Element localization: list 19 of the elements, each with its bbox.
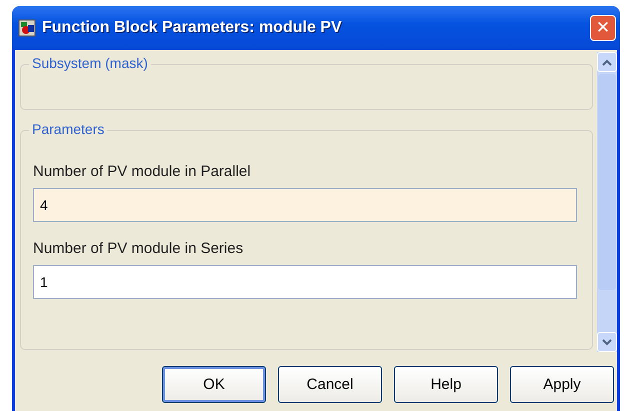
ok-button[interactable]: OK [162, 366, 266, 403]
input-field[interactable]: 1 [33, 265, 577, 299]
scroll-thumb[interactable] [598, 74, 616, 290]
group-title: Subsystem (mask) [29, 55, 151, 71]
apply-button[interactable]: Apply [510, 366, 614, 403]
window-title: Function Block Parameters: module PV [42, 19, 343, 37]
field-label: Number of PV module in Parallel [33, 163, 252, 180]
close-button[interactable]: ✕ [590, 15, 616, 41]
scroll-up-button[interactable] [597, 52, 617, 72]
chevron-down-icon [602, 338, 612, 346]
scroll-down-button[interactable] [597, 332, 617, 352]
input-field[interactable]: 4 [33, 188, 577, 222]
app-icon [18, 19, 36, 37]
field-label: Number of PV module in Series [33, 240, 244, 257]
chevron-up-icon [602, 58, 612, 66]
cancel-button[interactable]: Cancel [278, 366, 382, 403]
help-button[interactable]: Help [394, 366, 498, 403]
group-title: Parameters [29, 121, 108, 137]
scrollbar[interactable] [597, 52, 617, 352]
